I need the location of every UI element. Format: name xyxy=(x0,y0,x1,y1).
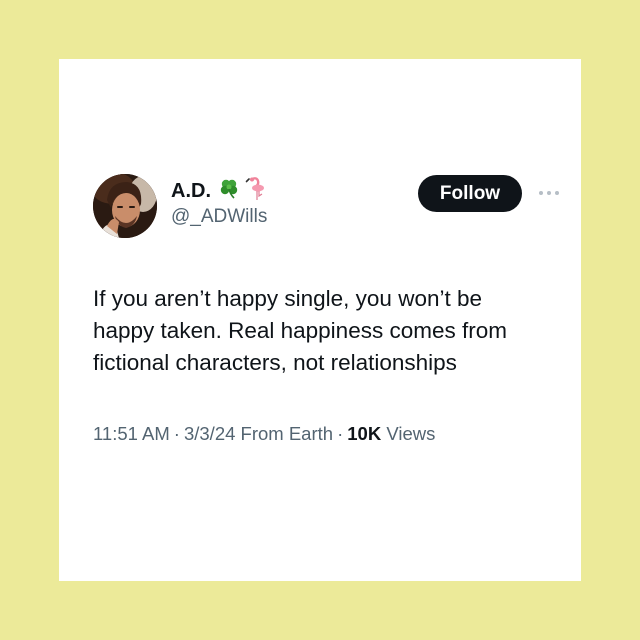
display-name-text: A.D. xyxy=(171,179,211,202)
views-label[interactable]: Views xyxy=(386,423,435,444)
follow-button[interactable]: Follow xyxy=(418,175,522,212)
clover-icon xyxy=(217,176,241,206)
tweet-line: happy taken. Real happiness comes from xyxy=(93,318,507,343)
tweet-date[interactable]: 3/3/24 xyxy=(184,423,235,444)
tweet-source: From Earth xyxy=(240,423,334,444)
tweet-card: A.D. @_ADWills Follow If you aren’t happ… xyxy=(59,59,581,581)
tweet-line: fictional characters, not relationships xyxy=(93,350,457,375)
tweet-text: If you aren’t happy single, you won’t be… xyxy=(93,283,563,379)
separator: · xyxy=(173,423,180,444)
tweet-time[interactable]: 11:51 AM xyxy=(93,423,170,444)
avatar-image xyxy=(93,174,157,238)
more-dots-icon[interactable] xyxy=(537,183,561,203)
tweet-meta: 11:51 AM · 3/3/24 From Earth · 10K Views xyxy=(93,423,435,445)
avatar[interactable] xyxy=(93,174,157,238)
flamingo-icon xyxy=(243,175,269,207)
separator: · xyxy=(337,423,344,444)
tweet-header: A.D. @_ADWills Follow xyxy=(93,174,559,244)
user-handle[interactable]: @_ADWills xyxy=(171,206,269,228)
display-name[interactable]: A.D. xyxy=(171,175,269,207)
user-names: A.D. @_ADWills xyxy=(171,175,269,228)
tweet-line: If you aren’t happy single, you won’t be xyxy=(93,286,482,311)
views-count[interactable]: 10K xyxy=(347,423,381,444)
